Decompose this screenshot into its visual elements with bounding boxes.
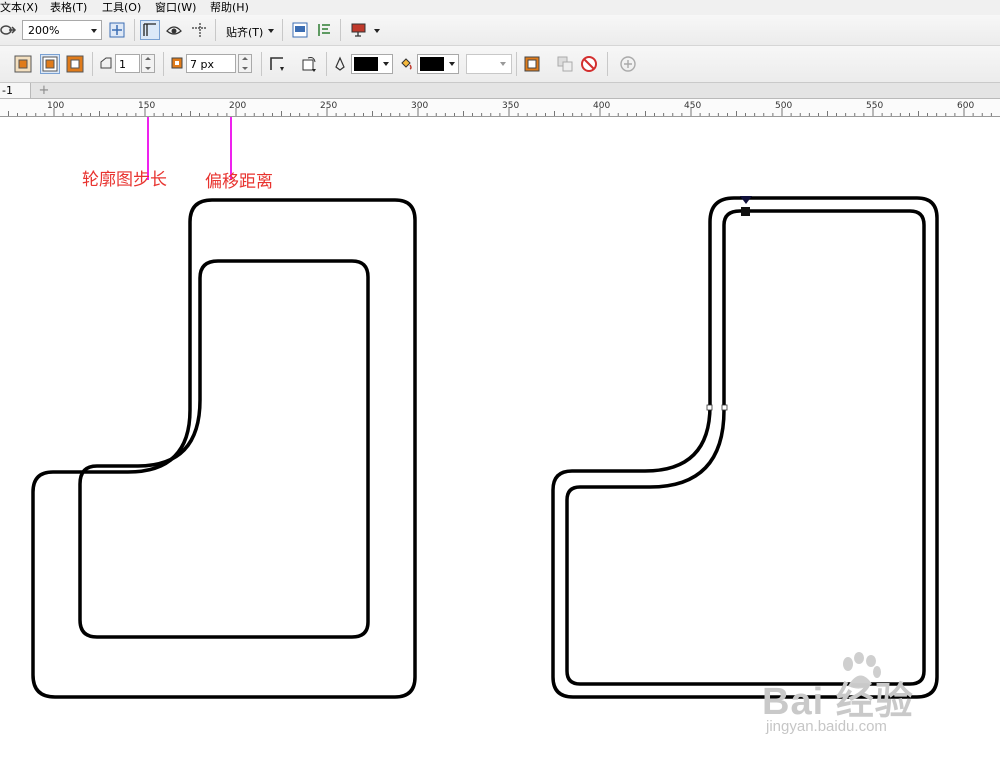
- options-icon[interactable]: [291, 21, 309, 39]
- contour-offset-icon: [171, 57, 183, 69]
- snap-to-menu[interactable]: 贴齐(T): [226, 24, 263, 40]
- ruler-label: 350: [502, 101, 520, 111]
- toolbar-separator: [516, 52, 517, 76]
- rulers-toggle-icon[interactable]: [140, 20, 160, 40]
- outline-color-swatch: [354, 57, 378, 71]
- chevron-down-icon: [449, 62, 455, 66]
- alignment-icon[interactable]: [316, 21, 334, 39]
- contour-inside-icon[interactable]: [40, 54, 60, 74]
- end-color-picker[interactable]: [466, 54, 512, 74]
- contour-offset-value: 7 px: [190, 58, 214, 71]
- right-contour-outer[interactable]: [551, 196, 939, 699]
- toolbar-separator: [261, 52, 262, 76]
- contour-offset-spinner[interactable]: [238, 54, 252, 73]
- contour-outside-icon[interactable]: [66, 55, 84, 73]
- ruler-label: 100: [47, 101, 65, 111]
- contour-corners-icon[interactable]: [268, 55, 286, 73]
- contour-steps-spinner[interactable]: [141, 54, 155, 73]
- menu-text[interactable]: 文本(X): [0, 0, 38, 15]
- toolbar-separator: [326, 52, 327, 76]
- zoom-fit-icon[interactable]: [108, 21, 126, 39]
- view-mode-icon[interactable]: [165, 21, 183, 39]
- zoom-level-select[interactable]: 200%: [22, 20, 102, 40]
- menu-window[interactable]: 窗口(W): [155, 0, 196, 15]
- ruler-label: 400: [593, 101, 611, 111]
- standard-toolbar: 200% 贴齐(T): [0, 15, 1000, 46]
- toolbar-separator: [163, 52, 164, 76]
- contour-offset-input[interactable]: 7 px: [186, 54, 236, 73]
- ruler-label: 600: [957, 101, 975, 111]
- contour-to-center-icon[interactable]: [14, 55, 32, 73]
- ruler-label: 200: [229, 101, 247, 111]
- contour-direction-handle[interactable]: [740, 196, 752, 204]
- menu-bar: 文本(X) 表格(T) 工具(O) 窗口(W) 帮助(H): [0, 0, 1000, 15]
- toolbar-separator: [607, 52, 608, 76]
- fill-color-picker[interactable]: [417, 54, 459, 74]
- right-contour-inner[interactable]: [565, 209, 926, 686]
- ruler-label: 550: [866, 101, 884, 111]
- watermark-brand: Bai 经验: [762, 681, 914, 723]
- add-tab-button[interactable]: +: [36, 84, 52, 97]
- clear-contour-icon[interactable]: [580, 55, 598, 73]
- ruler-label: 300: [411, 101, 429, 111]
- fill-color-swatch: [420, 57, 444, 71]
- outline-pen-icon: [335, 56, 345, 71]
- object-accel-icon[interactable]: [523, 55, 541, 73]
- toolbar-separator: [134, 19, 135, 41]
- contour-steps-input[interactable]: 1: [115, 54, 140, 73]
- contour-color-direction-icon[interactable]: [300, 55, 318, 73]
- baidu-watermark: Bai 经验 jingyan.baidu.com: [762, 652, 952, 744]
- left-inner-l-shape[interactable]: [78, 259, 370, 639]
- menu-help[interactable]: 帮助(H): [210, 0, 249, 15]
- export-icon[interactable]: [0, 21, 18, 39]
- contour-offset-annotation: 偏移距离: [205, 172, 273, 192]
- chevron-down-icon: [500, 62, 506, 66]
- add-icon[interactable]: [619, 55, 637, 73]
- contour-offset-handle[interactable]: [741, 207, 750, 216]
- node-marker[interactable]: [706, 404, 713, 411]
- chevron-down-icon: [91, 29, 97, 33]
- ruler-label: 500: [775, 101, 793, 111]
- ruler-label: 150: [138, 101, 156, 111]
- toolbar-separator: [92, 52, 93, 76]
- toolbar-separator: [340, 19, 341, 41]
- contour-property-bar: 1 7 px: [0, 46, 1000, 83]
- contour-steps-icon: [100, 57, 112, 69]
- chevron-down-icon: [374, 29, 380, 33]
- ruler-label: 450: [684, 101, 702, 111]
- guidelines-icon[interactable]: [190, 21, 208, 39]
- chevron-down-icon: [383, 62, 389, 66]
- chevron-down-icon: [268, 29, 274, 33]
- toolbar-separator: [282, 19, 283, 41]
- menu-tools[interactable]: 工具(O): [102, 0, 141, 15]
- ruler-label: 250: [320, 101, 338, 111]
- document-tab-strip: -1 +: [0, 83, 1000, 99]
- contour-steps-value: 1: [119, 58, 126, 71]
- menu-table[interactable]: 表格(T): [50, 0, 87, 15]
- horizontal-ruler[interactable]: 100 150 200 250 300 350 400 450 500 550 …: [0, 99, 1000, 117]
- copy-contour-icon[interactable]: [556, 55, 574, 73]
- toolbar-separator: [215, 19, 216, 41]
- document-tab-label: -1: [2, 84, 13, 97]
- outline-color-picker[interactable]: [351, 54, 393, 74]
- left-outer-l-shape[interactable]: [31, 198, 417, 699]
- contour-steps-annotation: 轮廓图步长: [82, 170, 167, 190]
- fill-bucket-icon: [401, 58, 412, 70]
- node-marker[interactable]: [721, 404, 728, 411]
- zoom-level-value: 200%: [28, 24, 60, 37]
- launcher-icon[interactable]: [350, 21, 368, 39]
- document-tab[interactable]: -1: [0, 83, 31, 98]
- watermark-url: jingyan.baidu.com: [766, 718, 887, 735]
